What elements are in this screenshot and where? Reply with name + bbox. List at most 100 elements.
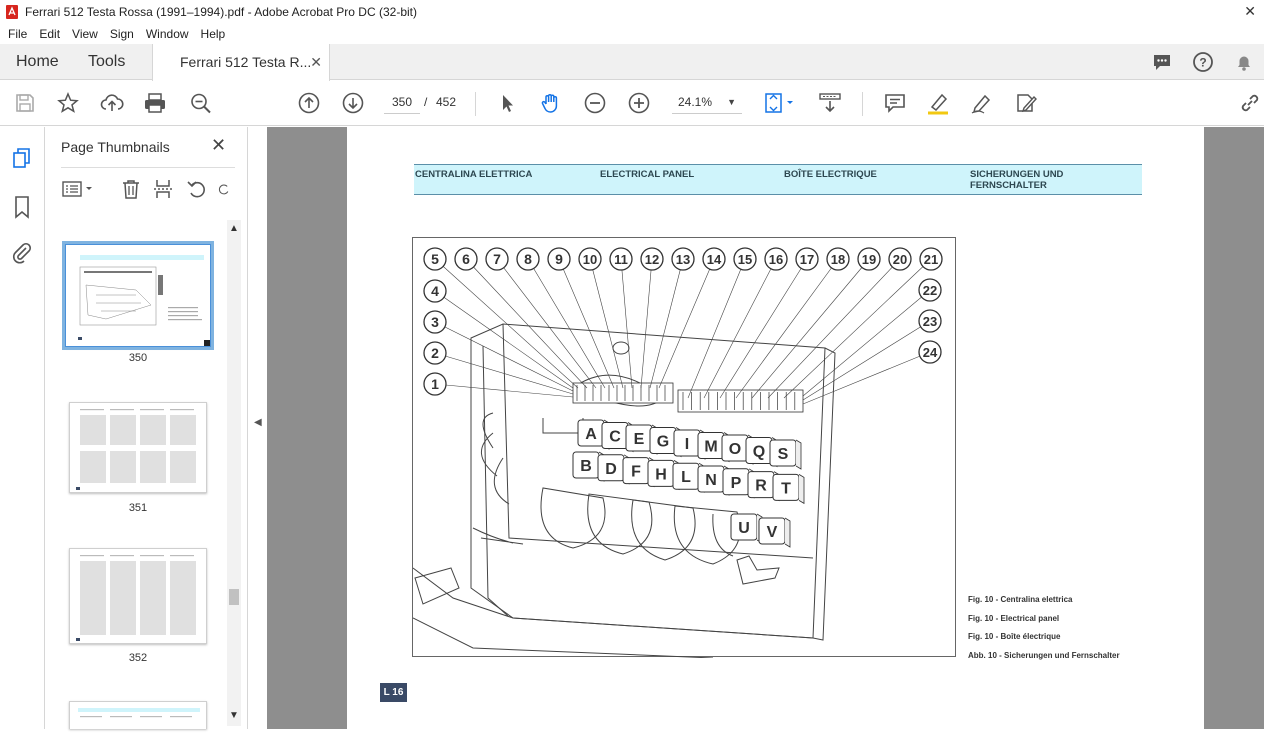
callout-3: 3: [423, 310, 447, 334]
menu-help[interactable]: Help: [195, 27, 232, 41]
options-menu-icon[interactable]: [61, 177, 95, 201]
fit-page-icon[interactable]: [762, 91, 796, 115]
star-icon[interactable]: [56, 91, 80, 115]
leader-line: [751, 258, 870, 399]
zoom-in-icon[interactable]: [627, 91, 651, 115]
extract-pages-icon[interactable]: [151, 177, 175, 201]
previous-page-icon[interactable]: [297, 91, 321, 115]
bookmark-icon[interactable]: [10, 195, 34, 219]
thumbnail-page-353[interactable]: [69, 701, 207, 729]
share-link-icon[interactable]: [1238, 91, 1262, 115]
thumbnail-label: 350: [128, 352, 148, 364]
chevron-down-icon: ▼: [727, 97, 736, 107]
callout-23: 23: [918, 309, 942, 333]
menu-sign[interactable]: Sign: [104, 27, 140, 41]
callout-8: 8: [516, 247, 540, 271]
comment-bubble-icon[interactable]: [1150, 50, 1174, 74]
tab-home[interactable]: Home: [16, 44, 59, 80]
panel-close-icon[interactable]: ✕: [211, 135, 226, 156]
upload-cloud-icon[interactable]: [100, 91, 124, 115]
svg-text:S: S: [778, 446, 789, 463]
svg-text:O: O: [729, 441, 741, 458]
attachment-paperclip-icon[interactable]: [10, 240, 34, 264]
print-icon[interactable]: [143, 91, 167, 115]
header-german-line2: FERNSCHALTER: [970, 180, 1047, 191]
window-close-button[interactable]: ✕: [1244, 3, 1256, 20]
relay-V: V: [758, 517, 791, 548]
svg-text:10: 10: [583, 252, 597, 267]
svg-text:8: 8: [524, 251, 532, 267]
thumbnail-scrollbar[interactable]: ▲ ▼: [227, 220, 241, 726]
next-page-icon[interactable]: [341, 91, 365, 115]
scrollbar-thumb[interactable]: [229, 589, 239, 605]
save-icon[interactable]: [13, 91, 37, 115]
svg-text:R: R: [755, 478, 767, 495]
menu-window[interactable]: Window: [140, 27, 195, 41]
svg-text:13: 13: [676, 252, 690, 267]
svg-text:I: I: [685, 436, 689, 453]
thumbnail-preview: [78, 708, 200, 718]
page-separator: /: [424, 95, 428, 109]
callout-24: 24: [918, 340, 942, 364]
bell-icon[interactable]: [1232, 50, 1256, 74]
zoom-search-icon[interactable]: [189, 91, 213, 115]
leader-line: [496, 258, 597, 389]
svg-text:M: M: [704, 439, 717, 456]
thumbnail-page-350[interactable]: [62, 241, 214, 350]
leader-line: [687, 258, 746, 399]
callout-13: 13: [671, 247, 695, 271]
svg-text:5: 5: [431, 251, 439, 267]
rotate-right-icon[interactable]: [217, 177, 231, 201]
svg-text:17: 17: [800, 252, 814, 267]
svg-text:N: N: [705, 472, 717, 489]
relay-U: U: [730, 513, 763, 544]
svg-text:11: 11: [614, 252, 628, 267]
svg-text:A: A: [585, 426, 597, 443]
page-number-input[interactable]: [384, 90, 420, 114]
caption-french: Fig. 10 - Boîte électrique: [968, 632, 1061, 641]
header-german: SICHERUNGEN UND FERNSCHALTER: [970, 169, 1063, 191]
tab-close-icon[interactable]: ✕: [310, 44, 322, 80]
thumbnail-page-352[interactable]: [69, 548, 207, 644]
thumbnail-page-351[interactable]: [69, 402, 207, 493]
electrical-panel-figure: 5 6 7 8 9 10 11 12 13 14 15 16 17 18 19 20 21 4 3 2 1 22 23 24 …: [412, 237, 956, 659]
scroll-up-icon[interactable]: ▲: [229, 223, 239, 234]
delete-page-icon[interactable]: [119, 177, 143, 201]
callout-6: 6: [454, 247, 478, 271]
callout-9: 9: [547, 247, 571, 271]
menu-file[interactable]: File: [0, 27, 33, 41]
svg-text:D: D: [605, 461, 617, 478]
toolbar-divider: [475, 92, 476, 116]
menu-bar: File Edit View Sign Window Help: [0, 23, 1264, 44]
highlighter-icon[interactable]: [926, 91, 950, 115]
tab-document[interactable]: Ferrari 512 Testa R... ✕: [152, 44, 330, 81]
panel-collapse-handle[interactable]: ◀: [247, 127, 267, 729]
rotate-left-icon[interactable]: [185, 177, 209, 201]
add-comment-icon[interactable]: [883, 91, 907, 115]
scroll-mode-icon[interactable]: [818, 91, 842, 115]
tab-bar: Home Tools Ferrari 512 Testa R... ✕ ?: [0, 44, 1264, 81]
zoom-out-icon[interactable]: [583, 91, 607, 115]
leader-line: [703, 258, 777, 399]
pdf-page: CENTRALINA ELETTRICA ELECTRICAL PANEL BO…: [347, 127, 1204, 729]
callout-1: 1: [423, 372, 447, 396]
document-view[interactable]: CENTRALINA ELETTRICA ELECTRICAL PANEL BO…: [267, 127, 1264, 729]
svg-text:14: 14: [707, 252, 722, 267]
draw-pen-icon[interactable]: [970, 91, 994, 115]
menu-edit[interactable]: Edit: [33, 27, 66, 41]
header-english: ELECTRICAL PANEL: [600, 169, 695, 180]
scroll-down-icon[interactable]: ▼: [229, 710, 239, 721]
svg-text:6: 6: [462, 251, 470, 267]
zoom-level-select[interactable]: 24.1% ▼: [672, 90, 742, 114]
help-icon[interactable]: ?: [1191, 50, 1215, 74]
leader-line: [802, 289, 931, 397]
menu-view[interactable]: View: [66, 27, 104, 41]
select-cursor-icon[interactable]: [495, 91, 519, 115]
svg-text:22: 22: [923, 283, 937, 298]
callout-5: 5: [423, 247, 447, 271]
page-thumbnails-icon[interactable]: [10, 147, 34, 171]
hand-tool-icon[interactable]: [539, 91, 563, 115]
tab-tools[interactable]: Tools: [88, 44, 125, 80]
caption-italian: Fig. 10 - Centralina elettrica: [968, 595, 1073, 604]
edit-pdf-icon[interactable]: [1014, 91, 1038, 115]
